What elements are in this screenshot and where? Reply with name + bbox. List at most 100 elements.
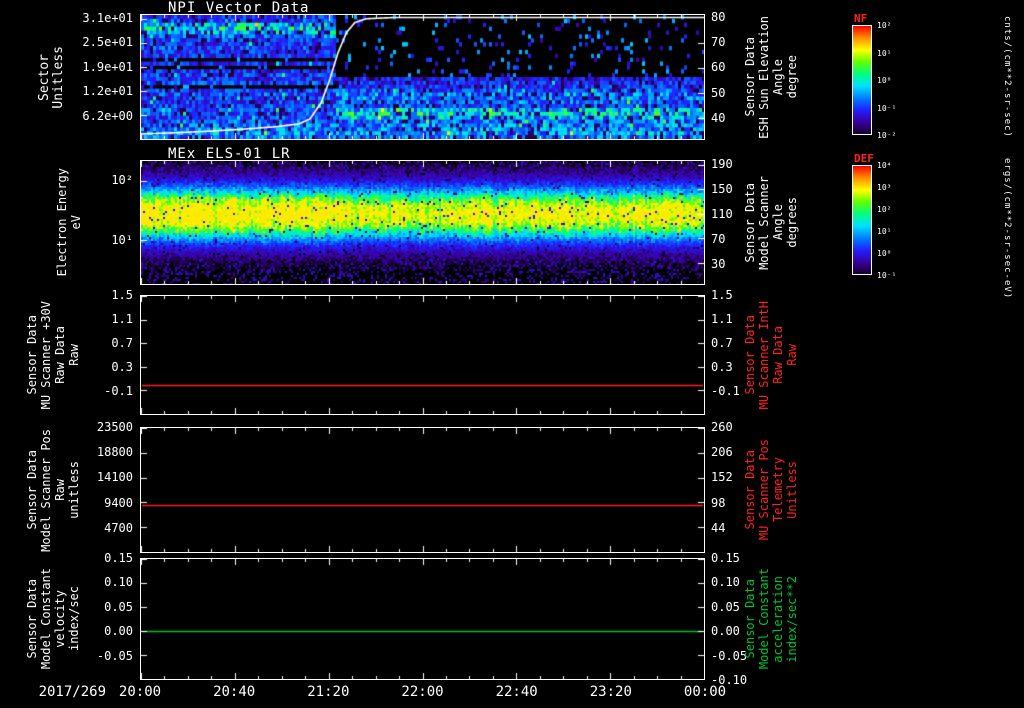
colorbar-tick-label: 10¹ — [877, 48, 892, 58]
y-axis-tick-label: 0.3 — [711, 360, 733, 374]
axis-label-line: Unitless — [785, 461, 799, 519]
y-axis-tick-label: 70 — [711, 34, 726, 49]
y-axis-tick-label: 0.15 — [711, 551, 740, 565]
colorbar-nf-ticks: 10² 10¹ 10⁰ 10⁻¹ 10⁻² — [877, 21, 917, 140]
y-axis-tick-label: 40 — [711, 111, 726, 126]
colorbar-nf: NF 10² 10¹ 10⁰ 10⁻¹ 10⁻² — [852, 12, 927, 152]
y-axis-tick-label: 0.10 — [711, 575, 740, 590]
colorbar-tick-label: 10⁻² — [877, 131, 897, 140]
scanner-pos-line-canvas — [141, 428, 704, 552]
colorbar-tick-label: 10⁰ — [877, 249, 892, 258]
model-constant-line-canvas — [141, 559, 704, 679]
axis-label-line: Sensor Data — [743, 315, 757, 395]
panel4-plot-area — [140, 427, 705, 553]
axis-label-line: Sensor Data — [743, 37, 757, 117]
panel3-plot-area — [140, 295, 705, 415]
panel5-left-ticks: 0.15 0.10 0.05 0.00 -0.05 — [0, 551, 136, 680]
y-axis-tick-label: -0.05 — [711, 648, 748, 663]
panel1-left-ticks: 3.1e+01 2.5e+01 1.9e+01 1.2e+01 6.2e+00 — [0, 10, 136, 140]
axis-label-line: Sensor Data — [743, 579, 757, 659]
y-axis-tick-label: 0.00 — [104, 624, 133, 639]
x-axis: 2017/269 20:00 20:40 21:20 22:00 22:40 23:20 0… — [0, 684, 1024, 706]
y-axis-tick-label: 50 — [711, 85, 726, 100]
axis-label-line: Raw — [785, 344, 799, 366]
axis-label-line: degree — [785, 55, 799, 99]
axis-label-line: ESH Sun Elevation — [757, 15, 771, 139]
colorbar-nf-gradient — [852, 25, 872, 135]
y-axis-tick-label: 10² — [111, 173, 133, 187]
y-axis-tick-label: 1.1 — [111, 312, 133, 326]
axis-label-line: acceleration — [771, 575, 785, 663]
colorbar-def: DEF 10⁴ 10³ 10² 10¹ 10⁰ 10⁻¹ — [852, 152, 927, 292]
y-axis-tick-label: 44 — [711, 520, 726, 535]
x-axis-tick-label: 21:20 — [307, 684, 350, 700]
colorbar-def-ticks: 10⁴ 10³ 10² 10¹ 10⁰ 10⁻¹ — [877, 161, 917, 280]
colorbar-tick-label: 10² — [877, 21, 892, 30]
colorbar-tick-label: 10³ — [877, 183, 892, 192]
y-axis-tick-label: 1.9e+01 — [82, 59, 133, 74]
colorbar-nf-title: NF — [854, 12, 868, 25]
els-heatmap-canvas — [141, 161, 704, 284]
panel2-plot-area — [140, 160, 705, 285]
axis-label-line: Telemetry — [771, 457, 785, 523]
y-axis-tick-label: 80 — [711, 9, 726, 24]
colorbar-tick-label: 10⁻¹ — [877, 103, 897, 113]
panel-scanner-pos: Sensor Data Model Scanner Pos Raw unitless … — [0, 420, 1024, 553]
y-axis-tick-label: 10¹ — [111, 233, 133, 247]
y-axis-tick-label: 98 — [711, 495, 726, 510]
axis-label-line: degrees — [785, 197, 799, 248]
colorbar-tick-label: 10¹ — [877, 227, 892, 236]
y-axis-tick-label: 1.5 — [711, 288, 733, 302]
axis-label-line: MU Scanner Pos — [757, 439, 771, 541]
y-axis-tick-label: 0.05 — [104, 599, 133, 614]
axis-label-line: Model Constant — [757, 568, 771, 670]
colorbar-tick-label: 10⁰ — [877, 76, 892, 85]
axis-label-line: MU Scanner IntH — [757, 300, 771, 410]
y-axis-tick-label: 4700 — [104, 520, 133, 535]
mu-scanner-line-canvas — [141, 296, 704, 414]
axis-label-line: Sensor Data — [743, 182, 757, 263]
panel5-right-axis-label: Sensor Data Model Constant acceleration ind… — [743, 558, 799, 680]
y-axis-tick-label: 0.05 — [711, 599, 740, 614]
panel-model-constant: Sensor Data Model Constant velocity index/s… — [0, 551, 1024, 687]
panel-mu-scanner-raw: Sensor Data MU Scanner +30V Raw Data Raw 1.… — [0, 288, 1024, 415]
y-axis-tick-label: 60 — [711, 60, 726, 75]
x-axis-tick-label: 23:20 — [589, 684, 632, 700]
y-axis-tick-label: 152 — [711, 470, 733, 485]
y-axis-tick-label: 206 — [711, 445, 733, 460]
npi-heatmap-canvas — [141, 15, 704, 139]
y-axis-tick-label: 0.3 — [111, 360, 133, 374]
panel3-right-axis-label: Sensor Data MU Scanner IntH Raw Data Raw — [743, 295, 799, 415]
colorbar-def-gradient — [852, 165, 872, 275]
y-axis-tick-label: 9400 — [104, 495, 133, 510]
y-axis-tick-label: -0.1 — [711, 384, 740, 398]
panel1-plot-area — [140, 14, 705, 140]
y-axis-tick-label: 1.2e+01 — [82, 84, 133, 99]
axis-label-line: Angle — [771, 58, 785, 96]
y-axis-tick-label: 150 — [711, 181, 733, 196]
x-axis-date-label: 2017/269 — [38, 684, 106, 700]
x-axis-tick-label: 20:00 — [118, 684, 162, 700]
panel4-right-axis-label: Sensor Data MU Scanner Pos Telemetry Unitle… — [743, 427, 799, 553]
panel5-plot-area — [140, 558, 705, 680]
spacecraft-data-plot-page: NPI Vector Data MEx ELS-01 LR Sector Unit… — [0, 0, 1024, 708]
y-axis-tick-label: 18800 — [96, 445, 133, 460]
y-axis-tick-label: -0.1 — [104, 384, 133, 398]
y-axis-tick-label: 2.5e+01 — [82, 35, 133, 50]
y-axis-tick-label: 0.10 — [104, 575, 133, 590]
x-axis-tick-label: 20:40 — [213, 684, 256, 700]
y-axis-tick-label: 23500 — [96, 420, 133, 434]
y-axis-tick-label: 30 — [711, 256, 726, 271]
axis-label-line: Model Scanner — [757, 175, 771, 270]
panel2-right-axis-label: Sensor Data Model Scanner Angle degrees — [743, 160, 799, 285]
y-axis-tick-label: 0.7 — [711, 336, 733, 350]
y-axis-tick-label: 70 — [711, 231, 726, 246]
colorbar-nf-unit-label: cnts/(cm**2-sr-sec) — [1002, 16, 1012, 138]
y-axis-tick-label: 0.15 — [104, 551, 133, 565]
y-axis-tick-label: -0.05 — [96, 648, 133, 663]
axis-label-line: Angle — [771, 204, 785, 241]
y-axis-tick-label: 3.1e+01 — [82, 10, 133, 25]
colorbar-tick-label: 10⁴ — [877, 161, 892, 170]
panel2-left-ticks: 10² 10¹ — [0, 160, 136, 285]
colorbar-tick-label: 10⁻¹ — [877, 271, 897, 280]
